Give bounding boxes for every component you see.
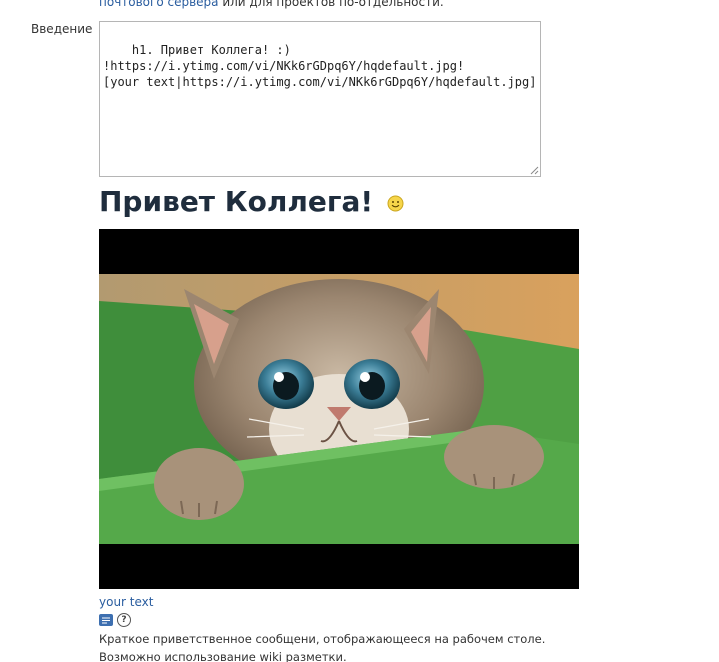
field-hint-line-2: Возможно использование wiki разметки.: [99, 650, 347, 662]
top-description-text: или для проектов по-отдельности.: [218, 0, 444, 9]
top-description: почтового сервера или для проектов по-от…: [99, 0, 444, 10]
intro-field-label: Введение: [31, 22, 93, 36]
help-icon[interactable]: ?: [117, 613, 131, 627]
settings-page: почтового сервера или для проектов по-от…: [0, 0, 719, 662]
wiki-toolbar: ?: [99, 613, 131, 627]
preview-heading: Привет Коллега!: [99, 184, 404, 220]
intro-textarea[interactable]: h1. Привет Коллега! :) !https://i.ytimg.…: [99, 21, 541, 177]
preview-heading-text: Привет Коллега!: [99, 185, 374, 218]
your-text-link[interactable]: your text: [99, 595, 153, 609]
field-hint-line-1: Краткое приветственное сообщени, отображ…: [99, 632, 546, 646]
wiki-format-icon[interactable]: [99, 614, 113, 626]
mail-server-link[interactable]: почтового сервера: [99, 0, 219, 9]
field-hint: Краткое приветственное сообщени, отображ…: [99, 630, 699, 662]
resize-handle-icon[interactable]: [530, 166, 539, 175]
kitten-in-green-box-image[interactable]: [99, 229, 579, 589]
wiki-format-glyph: [102, 617, 110, 624]
intro-textarea-value: h1. Привет Коллега! :) !https://i.ytimg.…: [103, 43, 537, 89]
kitten-image-drawing: [99, 229, 579, 589]
smiley-icon: [387, 195, 404, 212]
